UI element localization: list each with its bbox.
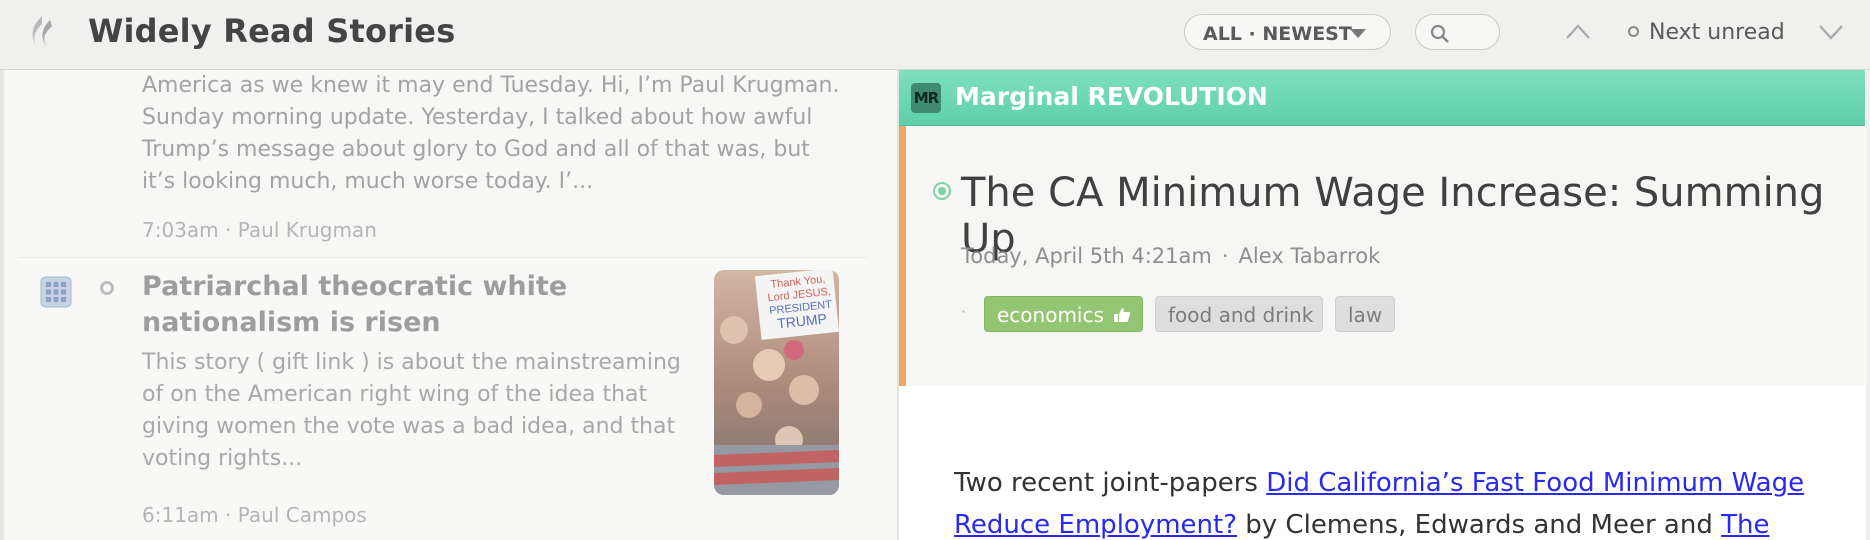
tag-law[interactable]: law xyxy=(1335,296,1395,332)
top-bar: Widely Read Stories ALL · NEWEST Next un… xyxy=(0,0,1870,70)
chevron-up-icon xyxy=(1566,24,1590,39)
view-filter-dropdown[interactable]: ALL · NEWEST xyxy=(1184,14,1391,50)
thumbnail-sign-text: Thank You, Lord JESUS, PRESIDENT TRUMP xyxy=(767,273,833,332)
tag-food-and-drink[interactable]: food and drink xyxy=(1155,296,1323,332)
story-body: Two recent joint-papers Did California’s… xyxy=(954,462,1834,540)
read-status-icon[interactable] xyxy=(933,182,951,200)
previous-story-button[interactable] xyxy=(1563,20,1593,48)
tag-label: food and drink xyxy=(1168,303,1314,327)
story-item[interactable]: Patriarchal theocratic white nationalism… xyxy=(18,259,868,540)
story-date: Today, April 5th 4:21am xyxy=(961,244,1212,268)
tag-label: economics xyxy=(997,303,1104,327)
feed-favicon: MR xyxy=(911,83,941,113)
next-unread-label: Next unread xyxy=(1649,20,1785,45)
story-list[interactable]: America as we knew it may end Tuesday. H… xyxy=(0,70,898,540)
next-unread-button[interactable]: Next unread xyxy=(1628,20,1785,45)
next-story-button[interactable] xyxy=(1816,20,1846,48)
story-snippet: America as we knew it may end Tuesday. H… xyxy=(142,73,840,194)
story-headline[interactable]: Patriarchal theocratic white nationalism… xyxy=(142,269,582,341)
right-edge xyxy=(1866,70,1870,540)
search-input[interactable] xyxy=(1415,14,1500,50)
story-time: 6:11am xyxy=(142,503,219,527)
unread-dot-icon xyxy=(1628,26,1639,37)
page-title: Widely Read Stories xyxy=(88,12,456,50)
body-text: Two recent joint-papers xyxy=(954,468,1267,498)
tag-economics[interactable]: economics xyxy=(984,296,1143,332)
story-meta: 6:11am · Paul Campos xyxy=(142,503,367,527)
story-reader: MR Marginal REVOLUTION The CA Minimum Wa… xyxy=(899,70,1870,540)
story-byline: Today, April 5th 4:21am · Alex Tabarrok xyxy=(961,244,1381,268)
feed-header[interactable]: MR Marginal REVOLUTION xyxy=(899,70,1865,126)
story-meta: 7:03am · Paul Krugman xyxy=(142,218,377,242)
left-edge xyxy=(0,70,4,540)
story-thumbnail: Thank You, Lord JESUS, PRESIDENT TRUMP xyxy=(714,270,839,495)
body-text: by Clemens, Edwards and Meer and xyxy=(1237,510,1722,540)
story-author: Paul Krugman xyxy=(237,218,377,242)
flame-icon[interactable] xyxy=(28,14,56,48)
story-time: 7:03am xyxy=(142,218,219,242)
view-filter-label: ALL · NEWEST xyxy=(1203,23,1352,45)
chevron-down-icon xyxy=(1350,29,1366,38)
story-item[interactable]: America as we knew it may end Tuesday. H… xyxy=(18,70,868,258)
story-snippet: This story ( gift link ) is about the ma… xyxy=(142,350,681,471)
body-link[interactable]: The xyxy=(1721,510,1769,540)
tags-lead: · xyxy=(961,302,967,321)
story-header: The CA Minimum Wage Increase: Summing Up… xyxy=(899,126,1865,386)
story-author[interactable]: Alex Tabarrok xyxy=(1239,244,1381,268)
chevron-down-icon xyxy=(1819,25,1843,40)
feed-grid-icon xyxy=(40,276,72,308)
feed-title[interactable]: Marginal REVOLUTION xyxy=(955,82,1268,111)
thumbs-up-icon xyxy=(1114,308,1131,322)
story-author: Paul Campos xyxy=(237,503,367,527)
tag-label: law xyxy=(1348,303,1383,327)
unread-status-icon[interactable] xyxy=(100,281,114,295)
search-icon xyxy=(1430,24,1449,43)
